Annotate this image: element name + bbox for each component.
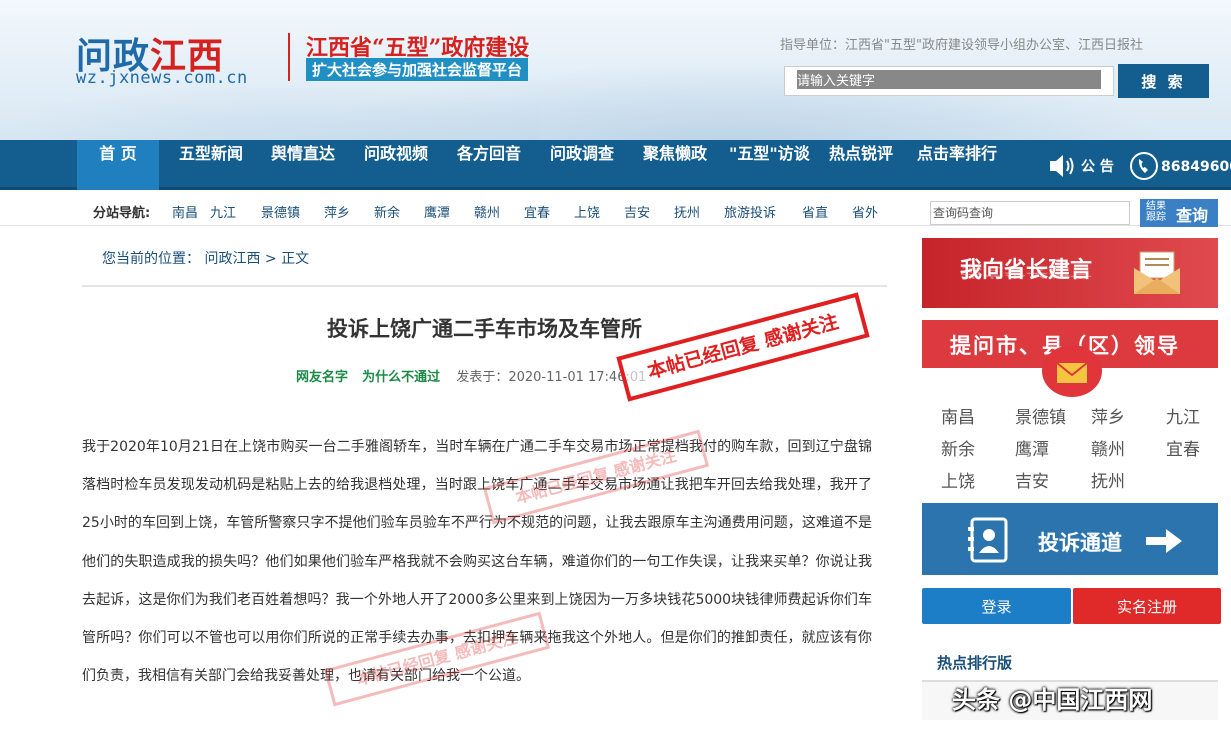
nav-item-survey[interactable]: 问政调查 [550,140,614,190]
city-link[interactable]: 宜春 [1166,435,1200,460]
query-code-input[interactable] [930,201,1130,225]
author-name[interactable]: 网友名字 [296,370,348,385]
envelope-icon [1056,362,1088,383]
substation-link[interactable]: 赣州 [474,202,500,221]
complaint-banner-title: 投诉通道 [1038,530,1122,555]
governor-banner-reflection: 我向省长建言 [960,264,1093,280]
city-link[interactable]: 萍乡 [1091,403,1125,428]
nav-item-lazy-gov[interactable]: 聚焦懒政 [643,140,707,190]
mail-badge [1042,345,1102,397]
logo-url: wz.jxnews.com.cn [76,68,248,88]
substation-link[interactable]: 省直 [802,202,828,221]
platform-watermark: 头条 @中国江西网 [952,686,1153,714]
speaker-icon [1050,155,1074,177]
nav-item-comment[interactable]: 热点锐评 [829,140,893,190]
logo-divider [288,33,290,81]
city-link[interactable]: 上饶 [941,467,975,492]
arrow-right-icon [1146,529,1182,553]
substation-link[interactable]: 萍乡 [324,202,350,221]
substation-link[interactable]: 吉安 [624,202,650,221]
substation-link[interactable]: 九江 [210,202,236,221]
nav-item-public-opinion[interactable]: 舆情直达 [271,140,335,190]
slogan-line2: 扩大社会参与加强社会监督平台 [306,58,529,81]
login-button[interactable]: 登录 [922,588,1071,624]
nav-item-ranking[interactable]: 点击率排行 [917,140,997,190]
city-link[interactable]: 新余 [941,435,975,460]
article-meta: 网友名字 为什么不通过 发表于：2020-11-01 17:46:01 [296,366,646,385]
letter-icon [1134,251,1180,294]
register-button[interactable]: 实名注册 [1073,588,1221,624]
city-link[interactable]: 吉安 [1015,467,1049,492]
breadcrumb[interactable]: 您当前的位置： 问政江西 > 正文 [102,248,309,268]
query-button-label: 查询 [1176,208,1209,225]
substation-link[interactable]: 上饶 [574,202,600,221]
complaint-channel-banner[interactable]: 投诉通道 [922,503,1218,575]
search-input[interactable] [784,66,1114,96]
governor-suggestion-banner[interactable]: 我向省长建言 我向省长建言 [922,238,1218,308]
post-date: 发表于：2020-11-01 17:46:01 [456,370,647,385]
query-button-small-label: 结果跟踪 [1146,201,1166,223]
query-button[interactable]: 结果跟踪 查询 [1140,199,1218,227]
city-link[interactable]: 南昌 [941,403,975,428]
divider [82,285,887,287]
nav-item-video[interactable]: 问政视频 [364,140,428,190]
city-link[interactable]: 抚州 [1091,467,1125,492]
substation-link[interactable]: 鹰潭 [424,202,450,221]
substation-link[interactable]: 抚州 [674,202,700,221]
contact-card-icon [968,517,1008,563]
substation-link[interactable]: 新余 [374,202,400,221]
substation-label: 分站导航: [93,206,151,221]
phone-icon [1130,152,1158,180]
city-link[interactable]: 赣州 [1091,435,1125,460]
substation-link[interactable]: 景德镇 [261,202,300,221]
nav-item-home[interactable]: 首 页 [77,140,159,190]
main-nav: 首 页 五型新闻 舆情直达 问政视频 各方回音 问政调查 聚焦懒政 "五型"访谈… [0,140,1231,190]
guide-text: 指导单位：江西省"五型"政府建设领导小组办公室、江西日报社 [780,38,1143,53]
rejection-reason-link[interactable]: 为什么不通过 [362,370,440,385]
hot-ranking-title: 热点排行版 [937,654,1013,672]
search-button[interactable]: 搜 索 [1118,64,1209,98]
substation-link[interactable]: 宜春 [524,202,550,221]
city-link[interactable]: 景德镇 [1015,403,1066,428]
substation-link[interactable]: 南昌 [172,202,198,221]
nav-item-news[interactable]: 五型新闻 [179,140,243,190]
replied-stamp: 本帖已经回复 感谢关注 [616,292,870,402]
phone-number: 86849600 [1161,159,1231,175]
substation-link[interactable]: 旅游投诉 [724,202,776,221]
nav-item-echo[interactable]: 各方回音 [457,140,521,190]
city-link[interactable]: 九江 [1166,403,1200,428]
city-link[interactable]: 鹰潭 [1015,435,1049,460]
substation-link[interactable]: 省外 [852,202,878,221]
notice-link[interactable]: 公 告 [1081,140,1114,194]
nav-item-interview[interactable]: "五型"访谈 [729,140,810,190]
